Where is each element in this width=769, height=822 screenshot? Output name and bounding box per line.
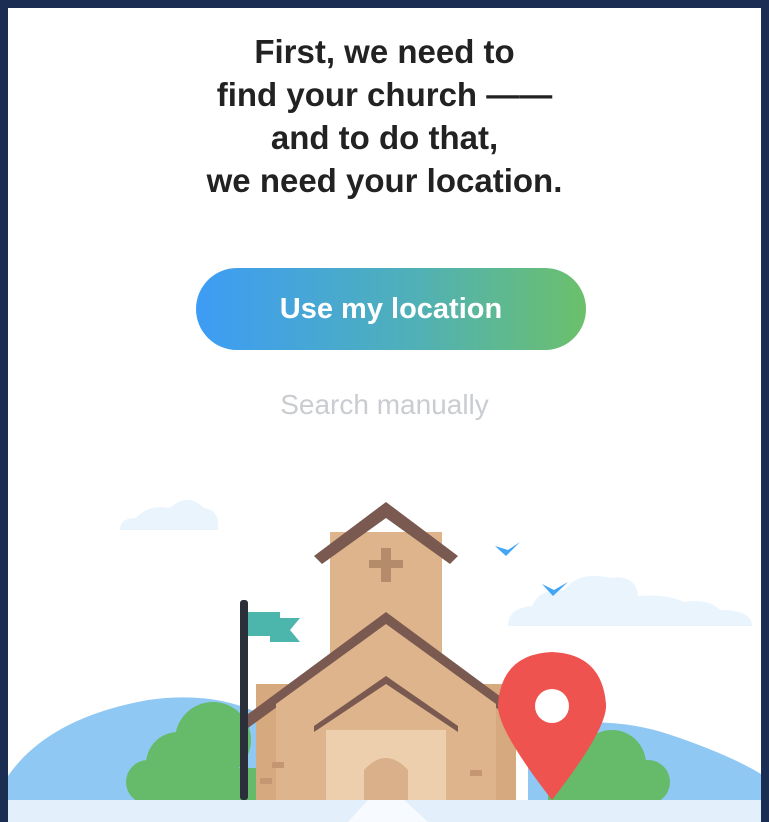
headline-line-4: we need your location.	[206, 162, 563, 199]
bird-icon	[495, 542, 520, 556]
onboarding-screen: First, we need to find your church —— an…	[8, 8, 761, 822]
headline-line-2: find your church ——	[216, 76, 553, 113]
use-my-location-button[interactable]: Use my location	[196, 268, 586, 350]
search-manually-link[interactable]: Search manually	[8, 389, 761, 421]
page-title: First, we need to find your church —— an…	[8, 30, 761, 202]
church-icon	[248, 502, 524, 814]
church-illustration	[8, 500, 761, 822]
headline-line-3: and to do that,	[270, 119, 499, 156]
cloud-icon	[508, 575, 752, 626]
headline-line-1: First, we need to	[254, 33, 515, 70]
cloud-icon	[120, 500, 218, 530]
